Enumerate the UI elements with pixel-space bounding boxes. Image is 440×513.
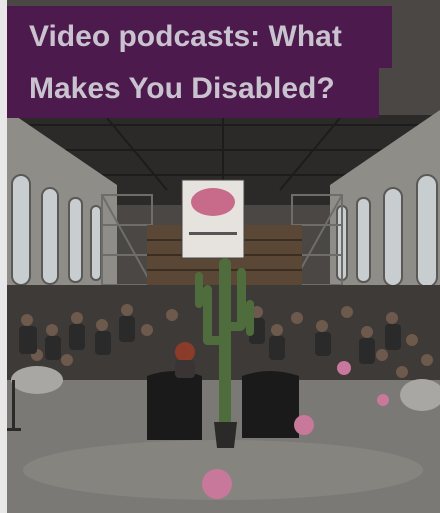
title-band-line-2: Makes You Disabled? xyxy=(7,66,379,118)
card-left-edge xyxy=(0,0,7,513)
video-podcast-card[interactable]: Video podcasts: What Makes You Disabled? xyxy=(0,0,440,513)
card-title-line-1[interactable]: Video podcasts: What xyxy=(29,20,342,53)
card-title-line-2[interactable]: Makes You Disabled? xyxy=(29,72,335,105)
title-band-line-1: Video podcasts: What xyxy=(7,6,392,68)
